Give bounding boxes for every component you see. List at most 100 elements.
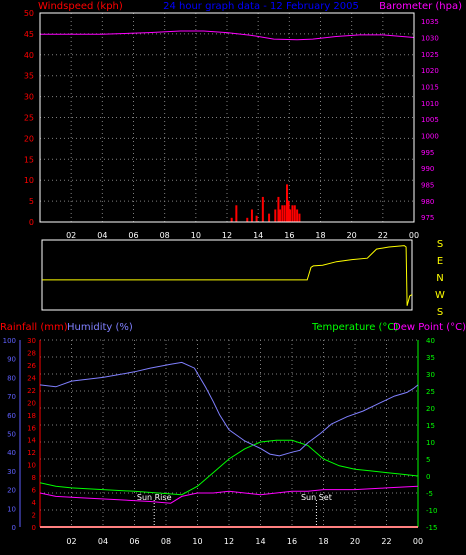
temperature-tick-label: 15 [426,422,435,430]
rainfall-axis-title: Rainfall (mm) [0,322,68,333]
humidity-tick-label: 70 [7,393,16,401]
bottom-x-tick-label: 16 [287,537,297,546]
bottom-x-tick-label: 18 [318,537,328,546]
barometer-tick-label: 980 [421,198,434,206]
temperature-axis-title: Temperature (°C) [311,322,398,333]
humidity-tick-label: 60 [7,412,16,420]
windspeed-tick-label: 20 [24,134,34,143]
top-x-tick-label: 14 [253,231,263,240]
windspeed-tick-label: 10 [24,176,34,185]
rainfall-tick-label: 12 [27,449,36,457]
temperature-tick-label: 40 [426,337,435,345]
humidity-tick-label: 10 [7,505,16,513]
windspeed-axis-title: Windspeed (kph) [38,1,123,12]
windspeed-tick-label: 5 [29,197,34,206]
top-x-tick-label: 00 [409,231,419,240]
top-x-tick-label: 12 [222,231,232,240]
windspeed-tick-label: 0 [29,218,34,227]
humidity-tick-label: 0 [12,524,16,532]
rainfall-tick-label: 18 [27,412,36,420]
bottom-x-tick-label: 10 [192,537,202,546]
humidity-tick-label: 30 [7,468,16,476]
direction-letter: E [437,256,443,267]
windspeed-bar [296,209,299,222]
temperature-tick-label: 30 [426,371,435,379]
rainfall-tick-label: 6 [32,487,37,495]
rainfall-tick-label: 4 [32,499,37,507]
humidity-axis-title: Humidity (%) [67,322,133,333]
bottom-x-tick-label: 06 [129,537,139,546]
bottom-x-tick-label: 12 [224,537,234,546]
barometer-tick-label: 985 [421,181,434,189]
rainfall-tick-label: 10 [27,462,36,470]
weather-graph: Windspeed (kph) 24 hour graph data - 12 … [0,0,466,555]
barometer-tick-label: 1010 [421,100,439,108]
barometer-tick-label: 1025 [421,51,439,59]
temperature-tick-label: 25 [426,388,435,396]
barometer-tick-label: 1030 [421,34,439,42]
windspeed-tick-label: 15 [24,155,34,164]
barometer-tick-label: 1035 [421,18,439,26]
background [0,0,466,555]
direction-letter: N [436,273,443,284]
top-x-tick-label: 10 [191,231,201,240]
temperature-tick-label: -15 [426,524,437,532]
temperature-tick-label: 0 [426,473,430,481]
barometer-axis-title: Barometer (hpa) [379,1,462,12]
rainfall-tick-label: 26 [27,362,36,370]
windspeed-bar [230,217,233,222]
windspeed-tick-label: 45 [24,30,34,39]
windspeed-tick-label: 30 [24,93,34,102]
windspeed-bar [274,209,277,222]
windspeed-bar [281,205,284,222]
windspeed-bar [298,213,301,222]
windspeed-bar [293,205,296,222]
rainfall-tick-label: 20 [27,399,36,407]
top-x-tick-label: 02 [66,231,76,240]
windspeed-bar [250,209,253,222]
humidity-tick-label: 100 [3,337,16,345]
top-x-tick-label: 20 [347,231,357,240]
barometer-tick-label: 995 [421,149,434,157]
rainfall-tick-label: 0 [32,524,36,532]
windspeed-bar [261,196,264,222]
chart-title: 24 hour graph data - 12 February 2005 [163,1,359,12]
rainfall-tick-label: 30 [27,337,36,345]
rainfall-tick-label: 16 [27,424,36,432]
rainfall-tick-label: 24 [27,374,36,382]
bottom-x-tick-label: 00 [413,537,423,546]
direction-letter: W [435,290,445,301]
direction-letter: S [437,239,443,250]
humidity-tick-label: 40 [7,449,16,457]
top-x-tick-label: 22 [378,231,388,240]
temperature-tick-label: -10 [426,507,437,515]
humidity-tick-label: 80 [7,374,16,382]
bottom-x-tick-label: 22 [381,537,391,546]
windspeed-bar [283,205,286,222]
windspeed-bar [268,213,271,222]
direction-letter: S [437,307,443,318]
barometer-tick-label: 975 [421,214,434,222]
bottom-x-tick-label: 08 [161,537,171,546]
humidity-tick-label: 20 [7,487,16,495]
bottom-x-tick-label: 04 [98,537,108,546]
barometer-tick-label: 1000 [421,132,439,140]
temperature-tick-label: -5 [426,490,433,498]
rainfall-tick-label: 22 [27,387,36,395]
temperature-tick-label: 10 [426,439,435,447]
windspeed-bar [278,209,281,222]
windspeed-bar [291,205,294,222]
temperature-tick-label: 5 [426,456,430,464]
windspeed-tick-label: 25 [24,114,34,123]
rainfall-tick-label: 2 [32,512,36,520]
bottom-x-tick-label: 20 [350,537,360,546]
temperature-tick-label: 20 [426,405,435,413]
humidity-tick-label: 90 [7,356,16,364]
humidity-tick-label: 50 [7,431,16,439]
bottom-x-tick-label: 02 [66,537,76,546]
windspeed-bar [246,217,249,222]
windspeed-bar [235,205,238,222]
rainfall-tick-label: 14 [27,437,36,445]
dewpoint-axis-title: Dew Point (°C) [393,322,466,333]
windspeed-bar [289,209,292,222]
